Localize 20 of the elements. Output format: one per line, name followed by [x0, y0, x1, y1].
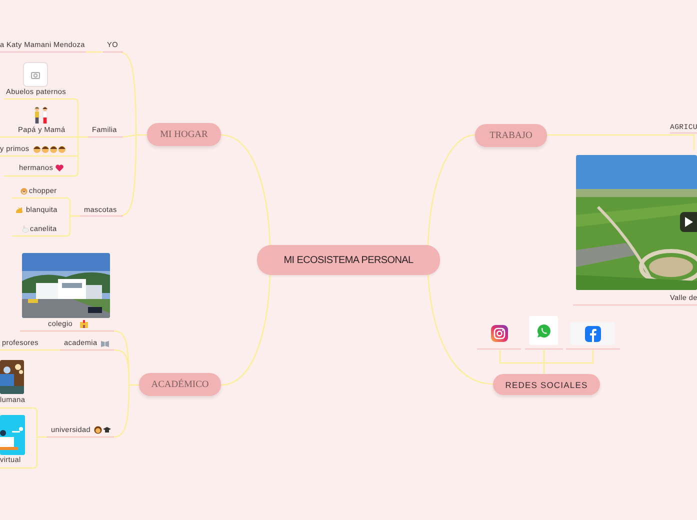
dog-icon	[20, 187, 28, 195]
connector-line	[86, 51, 103, 53]
school-icon	[80, 320, 88, 328]
facebook-card[interactable]	[570, 322, 615, 345]
whatsapp-card[interactable]	[529, 316, 558, 345]
hearts-icon	[55, 164, 64, 172]
connector-line	[11, 197, 83, 237]
play-icon	[684, 217, 692, 227]
graduation-cap-icon	[103, 427, 111, 433]
woman-icon	[94, 426, 102, 434]
instagram-icon[interactable]	[491, 325, 508, 342]
camera-icon	[31, 70, 40, 78]
couple-icon	[33, 106, 49, 124]
kids-faces-icon	[33, 145, 66, 153]
book-icon	[101, 340, 109, 347]
play-button[interactable]	[680, 212, 697, 232]
main-topic[interactable]: REDES SOCIALES	[493, 374, 600, 395]
facebook-icon	[584, 326, 600, 342]
whatsapp-icon	[536, 324, 550, 338]
central-topic[interactable]: MI ECOSISTEMA PERSONAL	[257, 245, 440, 275]
